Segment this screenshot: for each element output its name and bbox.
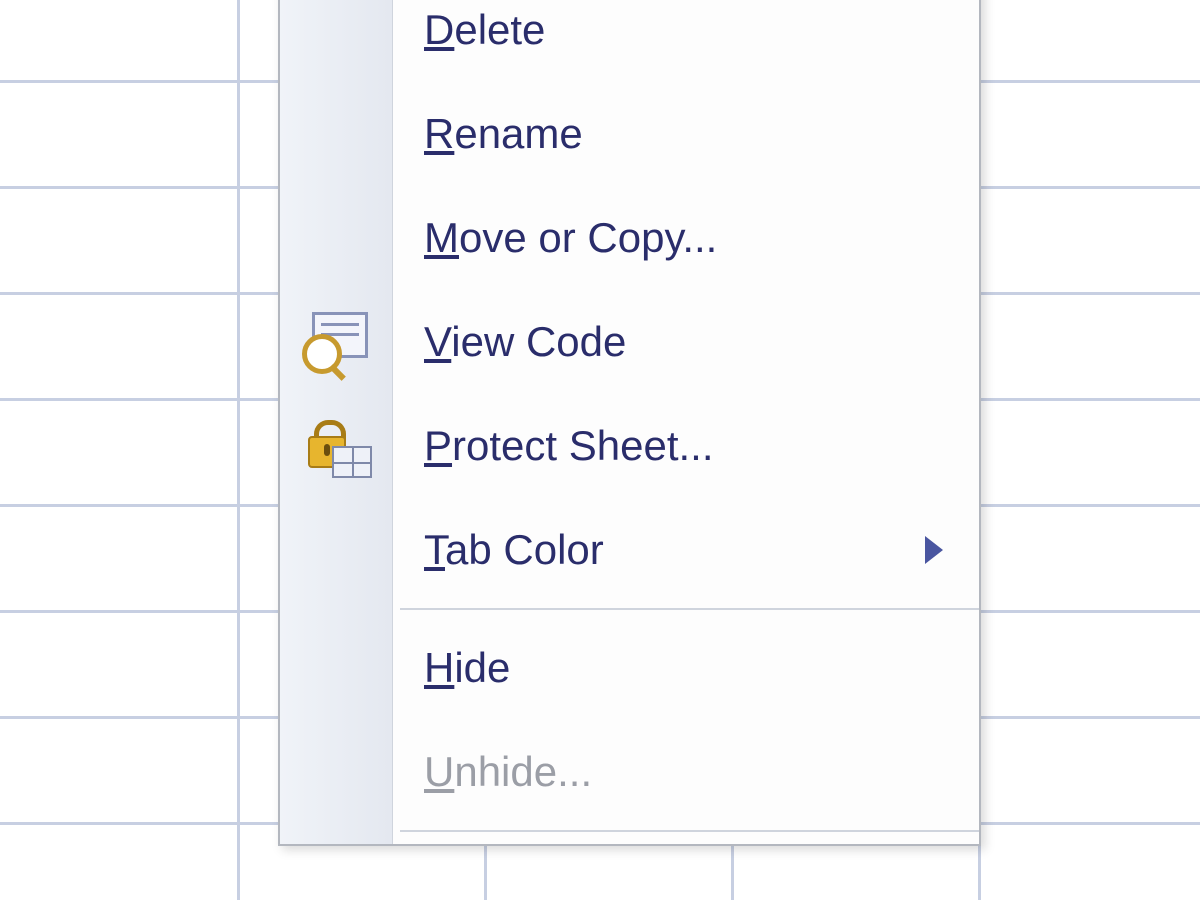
menu-item-label: Hide <box>424 644 510 692</box>
menu-item-tab-color[interactable]: Tab Color <box>280 498 979 602</box>
menu-separator <box>400 830 979 832</box>
menu-separator <box>400 608 979 610</box>
menu-item-view-code[interactable]: View Code <box>280 290 979 394</box>
menu-item-label: Protect Sheet... <box>424 422 714 470</box>
menu-item-move-or-copy[interactable]: Move or Copy... <box>280 186 979 290</box>
menu-item-label: Unhide... <box>424 748 592 796</box>
menu-item-label: View Code <box>424 318 626 366</box>
menu-item-protect-sheet[interactable]: Protect Sheet... <box>280 394 979 498</box>
menu-item-label: Rename <box>424 110 583 158</box>
sheet-tab-context-menu: Delete Rename Move or Copy... View Code … <box>278 0 981 846</box>
menu-item-label: Delete <box>424 6 545 54</box>
protect-sheet-icon <box>302 416 374 476</box>
submenu-arrow-icon <box>925 536 943 564</box>
menu-item-hide[interactable]: Hide <box>280 616 979 720</box>
menu-item-rename[interactable]: Rename <box>280 82 979 186</box>
menu-item-label: Tab Color <box>424 526 604 574</box>
menu-item-delete[interactable]: Delete <box>280 0 979 82</box>
view-code-icon <box>302 312 374 372</box>
menu-item-unhide: Unhide... <box>280 720 979 824</box>
menu-item-label: Move or Copy... <box>424 214 717 262</box>
